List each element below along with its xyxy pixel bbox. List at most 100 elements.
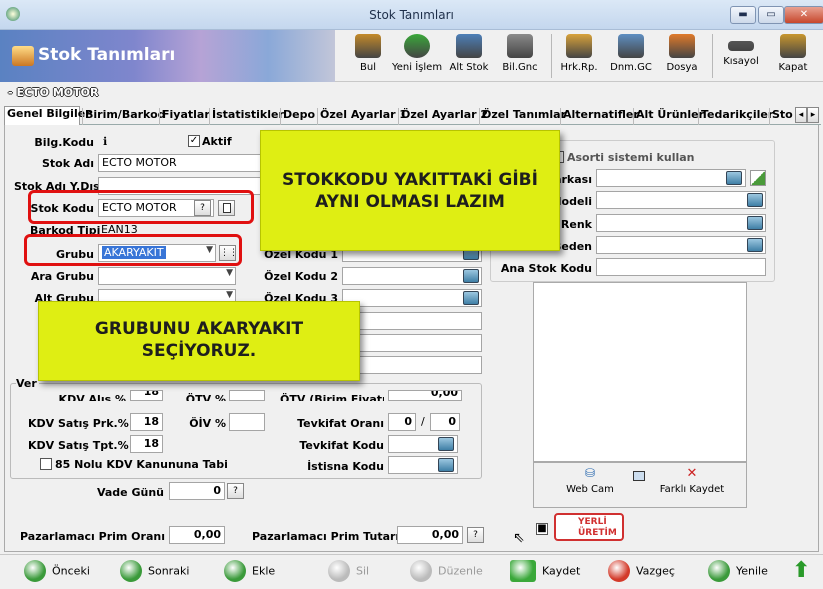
vat-sales-retail-label: KDV Satış Prk.% <box>28 417 129 430</box>
exit-arrow-icon[interactable]: ⬆ <box>792 558 810 583</box>
picker-icon[interactable] <box>747 193 763 207</box>
tab-more[interactable]: Stol <box>769 108 793 125</box>
minimize-button[interactable]: ▬ <box>730 6 756 24</box>
otv-input[interactable] <box>229 390 265 401</box>
salesman-bonus-help-button[interactable]: ? <box>467 527 484 543</box>
due-days-input[interactable]: 0 <box>169 482 225 500</box>
file-button[interactable]: Dosya <box>664 32 700 80</box>
tax-groupbox-label: Ver <box>16 377 39 390</box>
picker-icon[interactable] <box>463 291 479 305</box>
kdv85-checkbox[interactable] <box>40 458 52 470</box>
special-code-6-input[interactable] <box>342 356 482 374</box>
stock-module-icon <box>12 46 34 66</box>
special-code-5-input[interactable] <box>342 334 482 352</box>
minus-icon <box>328 560 350 582</box>
tab-scroll-left[interactable]: ◂ <box>795 107 807 123</box>
withholding-rate-numerator[interactable]: 0 <box>388 413 416 431</box>
tab-strip: Genel Bilgiler Birim/Barkod Fiyatlar İst… <box>4 106 821 125</box>
save-as-button[interactable]: ✕ Farklı Kaydet <box>654 466 730 495</box>
tab-special-settings-1[interactable]: Özel Ayarlar 1 <box>317 108 407 125</box>
main-stock-code-input[interactable] <box>596 258 766 276</box>
domestic-production-checkbox[interactable]: ■ <box>536 523 548 535</box>
grid-icon <box>456 34 482 58</box>
tab-general[interactable]: Genel Bilgiler <box>4 106 91 125</box>
coins-icon <box>507 34 533 58</box>
toolbar-separator <box>551 34 552 78</box>
special-code-4-input[interactable] <box>342 312 482 330</box>
domestic-production-logo: YERLİ ÜRETİM <box>554 513 624 541</box>
salesman-bonus-rate-input[interactable]: 0,00 <box>169 526 225 544</box>
tab-statistics[interactable]: İstatistikler <box>209 108 284 125</box>
stock-code-highlight <box>28 190 254 224</box>
info-update-button[interactable]: Bil.Gnc <box>500 32 540 80</box>
find-button[interactable]: Bul <box>352 32 384 80</box>
cancel-icon <box>608 560 630 582</box>
salesman-bonus-amount-input[interactable]: 0,00 <box>397 526 463 544</box>
shortcut-button[interactable]: Kısayol <box>720 32 762 80</box>
vat-sales-retail-input[interactable]: 18 <box>130 413 163 431</box>
vat-sales-wholesale-input[interactable]: 18 <box>130 435 163 453</box>
picker-icon[interactable] <box>438 437 454 451</box>
window-title: Stok Tanımları <box>369 8 454 22</box>
product-image-box[interactable] <box>533 282 747 462</box>
sub-stock-button[interactable]: Alt Stok <box>448 32 490 80</box>
tab-warehouse[interactable]: Depo <box>280 108 316 125</box>
document-icon <box>618 34 644 58</box>
model-input[interactable] <box>596 191 766 209</box>
info-icon[interactable]: ℹ <box>103 135 107 148</box>
delete-button[interactable]: Sil <box>328 560 369 584</box>
tab-alternatives[interactable]: Alternatifler <box>560 108 639 125</box>
tab-prices[interactable]: Fiyatlar <box>159 108 210 125</box>
assortment-label: Asorti sistemi kullan <box>567 151 695 164</box>
close-button[interactable]: ✕ <box>784 6 823 24</box>
tab-special-definitions[interactable]: Özel Tanımlar <box>479 108 566 125</box>
tab-suppliers[interactable]: Tedarikçiler <box>698 108 773 125</box>
vat-purchase-input[interactable]: 18 <box>130 390 163 401</box>
active-checkbox[interactable]: ✓ <box>188 135 200 147</box>
camera-icon[interactable] <box>633 471 645 481</box>
otv-unit-price-input[interactable]: 0,00 <box>388 390 462 401</box>
new-transaction-button[interactable]: Yeni İşlem <box>392 32 442 80</box>
picker-icon[interactable] <box>747 216 763 230</box>
intermediate-group-select[interactable]: ▼ <box>98 267 236 285</box>
collapse-icon[interactable]: - <box>8 86 13 99</box>
special-code-3-input[interactable] <box>342 289 482 307</box>
main-stock-code-label: Ana Stok Kodu <box>500 262 592 275</box>
withholding-rate-denominator[interactable]: 0 <box>430 413 460 431</box>
tab-scroll-right[interactable]: ▸ <box>807 107 819 123</box>
exit-toolbar-button[interactable]: Kapat <box>776 32 810 80</box>
special-code-2-input[interactable] <box>342 267 482 285</box>
picker-icon[interactable] <box>747 238 763 252</box>
period-button[interactable]: Dnm.GC <box>610 32 652 80</box>
cancel-button[interactable]: Vazgeç <box>608 560 675 584</box>
due-days-help-button[interactable]: ? <box>227 483 244 499</box>
picker-icon[interactable] <box>463 269 479 283</box>
maximize-button[interactable]: ▭ <box>758 6 784 24</box>
refresh-button[interactable]: Yenile <box>708 560 768 584</box>
previous-button[interactable]: Önceki <box>24 560 90 584</box>
active-label: Aktif <box>202 135 232 148</box>
toolbar-separator <box>712 34 713 78</box>
save-button[interactable]: Kaydet <box>510 560 580 584</box>
tab-sub-products[interactable]: Alt Ürünler <box>633 108 704 125</box>
webcam-button[interactable]: ⛁ Web Cam <box>558 466 622 495</box>
picker-icon[interactable] <box>726 171 742 185</box>
triangle-icon[interactable] <box>750 170 766 186</box>
oiv-input[interactable] <box>229 413 265 431</box>
annotation-stock-code: STOKKODU YAKITTAKİ GİBİ AYNI OLMASI LAZI… <box>260 130 560 251</box>
movement-report-button[interactable]: Hrk.Rp. <box>558 32 600 80</box>
module-title: Stok Tanımları <box>38 45 176 65</box>
brand-input[interactable] <box>596 169 746 187</box>
add-button[interactable]: Ekle <box>224 560 275 584</box>
color-input[interactable] <box>596 214 766 232</box>
picker-icon[interactable] <box>438 458 454 472</box>
size-input[interactable] <box>596 236 766 254</box>
tab-unit-barcode[interactable]: Birim/Barkod <box>82 108 166 125</box>
tab-special-settings-2[interactable]: Özel Ayarlar 2 <box>398 108 488 125</box>
special-code-2-label: Özel Kodu 2 <box>264 270 338 283</box>
stock-name-input[interactable]: ECTO MOTOR <box>98 154 264 172</box>
otv-label: ÖTV % <box>185 393 226 401</box>
edit-button[interactable]: Düzenle <box>410 560 483 584</box>
next-button[interactable]: Sonraki <box>120 560 189 584</box>
x-icon: ✕ <box>686 466 698 481</box>
